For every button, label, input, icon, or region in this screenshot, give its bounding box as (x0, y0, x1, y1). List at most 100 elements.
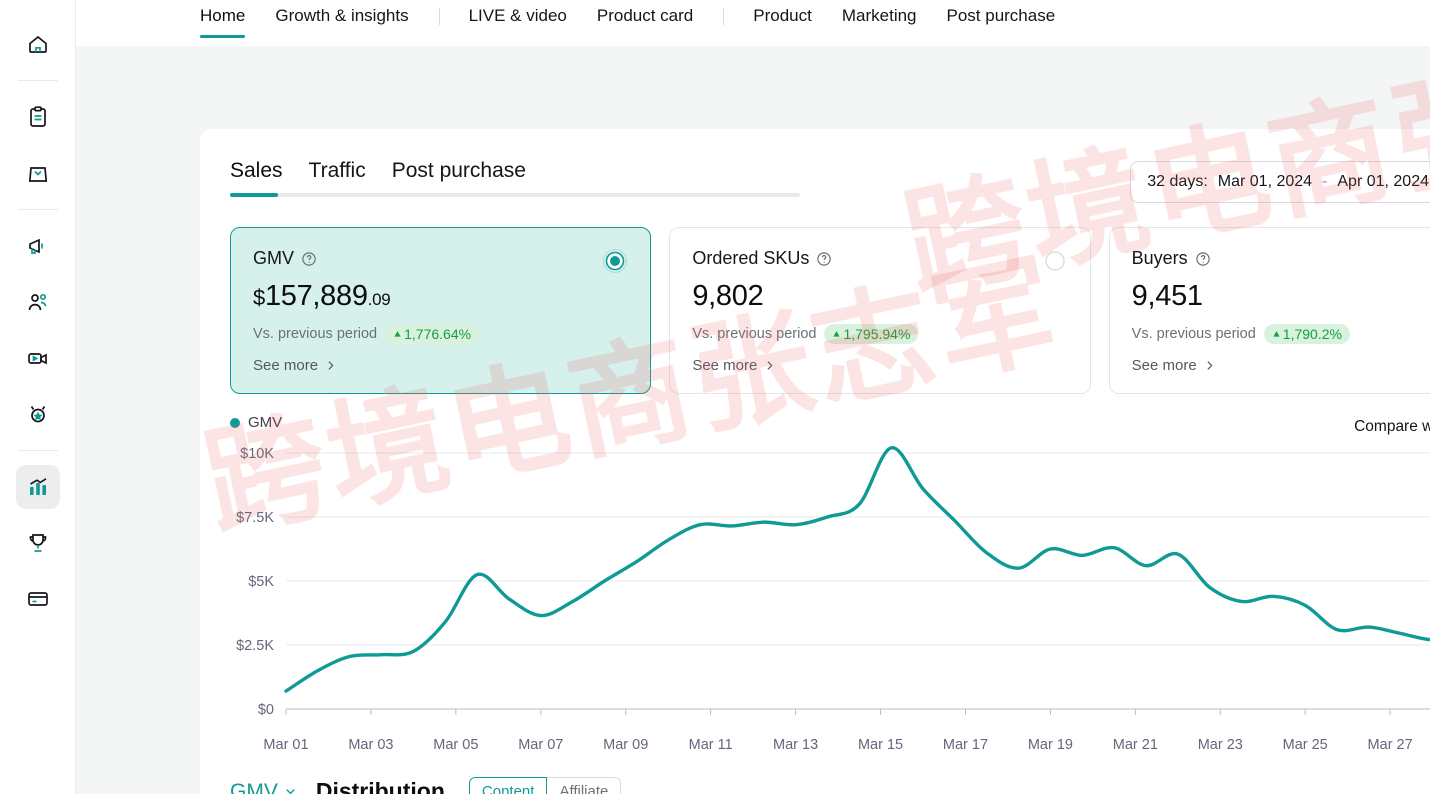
home-icon (28, 35, 47, 53)
metric-cards: GMV $157,889.09 Vs. previous period 1,77… (230, 227, 1430, 394)
x-axis-tick-label: Mar 17 (942, 737, 989, 753)
chevron-right-icon (767, 361, 773, 370)
date-range-end[interactable]: Apr 01, 2024 (1337, 173, 1429, 191)
metric-gmv-radio[interactable] (602, 248, 628, 279)
metric-gmv-currency: $ (253, 285, 265, 310)
sidebar-item-home[interactable] (16, 22, 60, 66)
x-axis-tick-label: Mar 21 (1112, 737, 1158, 753)
topnav-item-product[interactable]: Product (753, 0, 812, 42)
metric-gmv-see-more[interactable]: See more (253, 357, 628, 374)
sidebar-item-growth[interactable] (16, 521, 60, 565)
topnav-divider-2 (723, 8, 725, 25)
segment-affiliate[interactable]: Affiliate (547, 777, 622, 794)
svg-text:$7.5K: $7.5K (236, 510, 274, 526)
top-navigation: Home Growth & insights LIVE & video Prod… (76, 0, 1430, 46)
topnav-divider-1 (438, 8, 440, 25)
main-content: Home Growth & insights LIVE & video Prod… (76, 0, 1430, 794)
panel-header-actions: 32 days: Mar 01, 2024 - Apr 01, 2024 (1130, 161, 1430, 203)
metric-skus-header: Ordered SKUs (692, 248, 1067, 269)
metric-skus-radio[interactable] (1042, 248, 1068, 279)
sidebar-item-finance[interactable] (16, 577, 60, 621)
tab-track (230, 193, 800, 197)
topnav-item-growth-insights[interactable]: Growth & insights (275, 0, 408, 42)
chart-x-axis: Mar 01 Mar 03 Mar 05 Mar 07 Mar 09 Mar 11 Mar … (230, 731, 1430, 761)
metric-card-ordered-skus[interactable]: Ordered SKUs 9,802 Vs. previous period 1… (669, 227, 1091, 394)
sidebar (0, 0, 76, 794)
metric-skus-comparison: Vs. previous period 1,795.94% (692, 324, 1067, 344)
metric-gmv-label: GMV (253, 248, 295, 268)
sidebar-item-affiliates[interactable] (16, 280, 60, 324)
metric-skus-delta: 1,795.94% (843, 326, 911, 342)
segment-content[interactable]: Content (468, 777, 548, 794)
sidebar-item-video[interactable] (16, 336, 60, 380)
distribution-segmented-control: Content Affiliate (468, 777, 622, 794)
metric-gmv-delta-badge: 1,776.64% (385, 324, 480, 344)
metric-gmv-value: $157,889.09 (253, 280, 628, 313)
x-axis-tick-label: Mar 05 (433, 737, 479, 753)
tab-sales[interactable]: Sales (230, 159, 283, 197)
distribution-metric-label: GMV (230, 779, 278, 794)
svg-text:$5K: $5K (248, 574, 274, 590)
sidebar-item-compliance[interactable] (16, 392, 60, 436)
arrow-up-icon (394, 330, 401, 337)
sidebar-divider-1 (17, 80, 58, 81)
metric-buyers-see-more[interactable]: See more (1132, 357, 1430, 374)
help-icon[interactable] (1195, 251, 1211, 267)
x-axis-tick-label: Mar 25 (1282, 737, 1328, 753)
panel-header: Sales Traffic Post purchase 32 days: Mar… (230, 159, 1430, 203)
x-axis-tick-label: Mar 01 (263, 737, 309, 753)
topnav-item-home[interactable]: Home (200, 0, 246, 42)
sidebar-item-shipping[interactable] (16, 151, 60, 195)
metric-gmv-header: GMV (253, 248, 628, 269)
metric-gmv-comparison: Vs. previous period 1,776.64% (253, 324, 628, 344)
sidebar-item-orders[interactable] (16, 95, 60, 139)
distribution-section: GMV Distribution Content Affiliate (230, 777, 1430, 794)
metric-skus-delta-badge: 1,795.94% (824, 324, 919, 344)
sidebar-item-analytics[interactable] (15, 465, 60, 509)
topnav-item-product-card[interactable]: Product card (597, 0, 693, 42)
metric-skus-label: Ordered SKUs (692, 248, 810, 268)
date-range-days: 32 days: (1147, 173, 1208, 190)
date-range-separator: - (1322, 173, 1328, 190)
compare-previous-period-toggle[interactable]: Compare with previous period (1354, 418, 1430, 436)
x-axis-tick-label: Mar 15 (857, 737, 904, 753)
metric-gmv-compare-label: Vs. previous period (253, 326, 378, 342)
metric-buyers-amount: 9,451 (1131, 280, 1203, 312)
sub-tabs: Sales Traffic Post purchase (230, 159, 800, 197)
topnav-item-live-video[interactable]: LIVE & video (469, 0, 567, 42)
chart-legend: GMV (230, 414, 1430, 431)
badge-icon (30, 406, 45, 423)
inbox-icon (28, 167, 47, 182)
date-range-picker[interactable]: 32 days: Mar 01, 2024 - Apr 01, 2024 (1130, 161, 1430, 203)
metric-gmv-see-more-label: See more (253, 357, 319, 374)
sidebar-item-promotions[interactable] (16, 224, 60, 268)
topnav-item-marketing[interactable]: Marketing (842, 0, 917, 42)
metric-skus-amount: 9,802 (692, 280, 764, 312)
tab-traffic[interactable]: Traffic (309, 159, 366, 197)
analytics-page: Home Growth & insights LIVE & video Prod… (0, 0, 1430, 794)
distribution-title: Distribution (315, 778, 445, 794)
metric-buyers-delta-badge: 1,790.2% (1263, 324, 1350, 344)
topnav-item-post-purchase[interactable]: Post purchase (947, 0, 1056, 42)
tab-post-purchase[interactable]: Post purchase (392, 159, 526, 197)
distribution-metric-select[interactable]: GMV (230, 780, 298, 794)
metric-card-gmv[interactable]: GMV $157,889.09 Vs. previous period 1,77… (230, 227, 652, 394)
help-icon[interactable] (816, 251, 832, 267)
svg-text:$10K: $10K (240, 446, 274, 462)
metric-skus-see-more[interactable]: See more (692, 357, 1067, 374)
radio-unselected-icon (1044, 251, 1065, 271)
x-axis-tick-label: Mar 03 (348, 737, 394, 753)
users-icon (28, 293, 46, 311)
bar-chart-icon (29, 478, 46, 495)
chevron-right-icon (328, 361, 334, 370)
metric-gmv-amount: 157,889 (264, 280, 368, 312)
legend-label-gmv: GMV (248, 414, 283, 431)
metric-card-buyers[interactable]: Buyers 9,451 Vs. previous period 1,790.2… (1108, 227, 1430, 394)
sidebar-divider-3 (17, 450, 58, 451)
date-range-start[interactable]: Mar 01, 2024 (1218, 173, 1312, 191)
metric-gmv-decimals: .09 (367, 290, 391, 309)
svg-text:$2.5K: $2.5K (236, 638, 274, 654)
x-axis-tick-label: Mar 27 (1367, 737, 1413, 753)
help-icon[interactable] (301, 251, 317, 267)
x-axis-tick-label: Mar 19 (1027, 737, 1073, 753)
